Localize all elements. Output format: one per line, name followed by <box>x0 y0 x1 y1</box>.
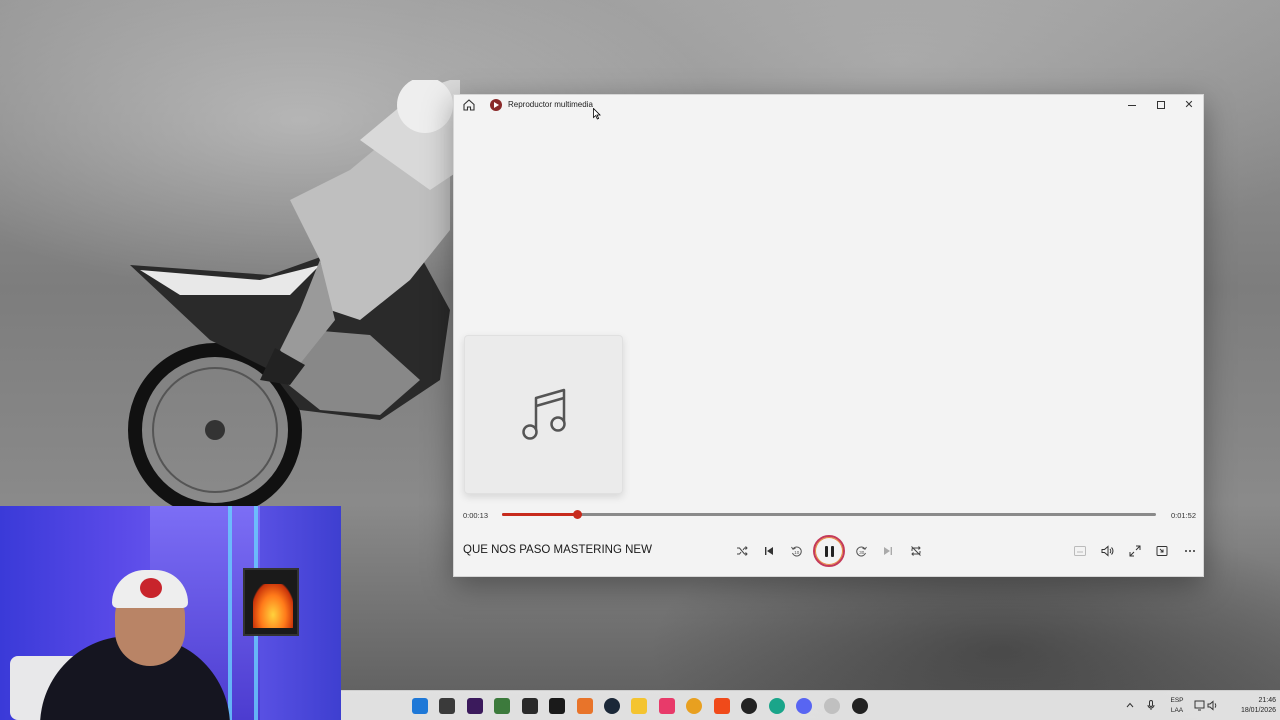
media-player-taskbar-icon[interactable] <box>852 698 868 714</box>
captions-button[interactable] <box>1071 542 1089 560</box>
svg-text:10: 10 <box>794 550 800 555</box>
language-region: LAA <box>1170 707 1184 714</box>
clock-time: 21:46 <box>1258 697 1276 704</box>
title-bar[interactable]: Reproductor multimedia ✕ <box>454 95 1203 115</box>
clock-date: 18/01/2026 <box>1240 707 1276 714</box>
home-icon[interactable] <box>462 98 476 112</box>
music-note-icon <box>521 388 566 440</box>
forward-30-icon: 30 <box>855 546 867 556</box>
discord-icon[interactable] <box>796 698 812 714</box>
current-time: 0:00:13 <box>463 511 489 520</box>
forward-30-button[interactable]: 30 <box>852 542 870 560</box>
total-time: 0:01:52 <box>1171 511 1197 520</box>
maximize-icon <box>1157 101 1165 109</box>
next-button[interactable] <box>879 542 897 560</box>
motocross-rider-image <box>128 80 460 510</box>
maximize-button[interactable] <box>1147 97 1175 113</box>
fireplace-screen <box>243 568 299 636</box>
windows-start-icon[interactable] <box>412 698 428 714</box>
window-title: Reproductor multimedia <box>508 100 593 109</box>
mouse-cursor-icon <box>593 108 601 120</box>
rewind-10-button[interactable]: 10 <box>787 542 805 560</box>
fullscreen-icon <box>1129 545 1141 557</box>
media-player-app-icon <box>490 99 502 111</box>
close-button[interactable]: ✕ <box>1175 97 1203 113</box>
shuffle-button[interactable] <box>733 542 751 560</box>
minimize-button[interactable] <box>1118 97 1146 113</box>
app-171-icon[interactable] <box>522 698 538 714</box>
language-indicator[interactable]: ESP LAA <box>1167 696 1187 716</box>
app-teal-icon[interactable] <box>769 698 785 714</box>
minimize-icon <box>1128 104 1136 106</box>
volume-button[interactable] <box>1098 542 1116 560</box>
chevron-up-icon[interactable] <box>1126 702 1134 708</box>
tiktok-icon[interactable] <box>659 698 675 714</box>
previous-button[interactable] <box>760 542 778 560</box>
system-clock[interactable]: 21:46 18/01/2026 <box>1226 696 1276 716</box>
seek-bar-progress <box>502 513 578 516</box>
app-gray-icon[interactable] <box>824 698 840 714</box>
volume-icon <box>1101 545 1113 557</box>
network-icon[interactable] <box>1194 700 1205 711</box>
premiere-pro-icon[interactable] <box>467 698 483 714</box>
seek-thumb[interactable] <box>573 510 583 519</box>
miniplayer-icon <box>1156 546 1168 556</box>
app-full-icon[interactable] <box>549 698 565 714</box>
chrome-icon[interactable] <box>686 698 702 714</box>
next-icon <box>884 547 892 555</box>
close-icon: ✕ <box>1184 98 1194 111</box>
webcam-overlay <box>0 506 341 720</box>
shuffle-icon <box>737 546 748 556</box>
rewind-10-icon: 10 <box>790 546 802 556</box>
repeat-icon <box>911 546 921 556</box>
pause-button[interactable] <box>813 535 845 567</box>
svg-text:30: 30 <box>859 550 865 555</box>
cap-logo-icon <box>140 578 162 598</box>
app-orange-icon[interactable] <box>577 698 593 714</box>
media-player-window: Reproductor multimedia ✕ 0:00:13 0:01:52… <box>453 94 1204 577</box>
fullscreen-button[interactable] <box>1126 542 1144 560</box>
vegas-icon[interactable] <box>494 698 510 714</box>
more-icon <box>1185 550 1195 552</box>
steam-icon[interactable] <box>604 698 620 714</box>
microphone-icon[interactable] <box>1147 700 1155 711</box>
repeat-button[interactable] <box>907 542 925 560</box>
previous-icon <box>765 547 773 555</box>
pause-icon <box>824 545 828 557</box>
explorer-pin-icon[interactable] <box>439 698 455 714</box>
more-options-button[interactable] <box>1181 542 1199 560</box>
seek-bar[interactable] <box>502 510 1156 519</box>
speaker-icon[interactable] <box>1207 700 1218 711</box>
track-title: QUE NOS PASO MASTERING NEW <box>463 544 652 556</box>
language-code: ESP <box>1170 697 1184 704</box>
miniplayer-button[interactable] <box>1153 542 1171 560</box>
brave-icon[interactable] <box>714 698 730 714</box>
taskbar: ESP LAA 21:46 18/01/2026 <box>341 690 1280 720</box>
album-art <box>464 335 623 494</box>
obs-icon[interactable] <box>741 698 757 714</box>
captions-icon <box>1074 546 1086 556</box>
file-explorer-icon[interactable] <box>631 698 647 714</box>
